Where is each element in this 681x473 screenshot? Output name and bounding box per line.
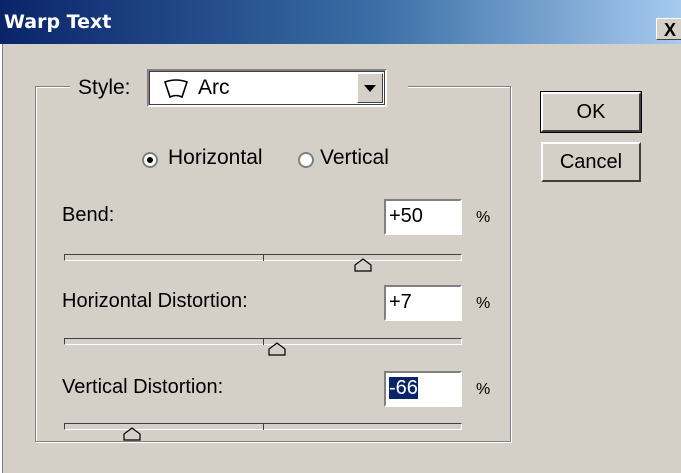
title-bar: Warp Text	[0, 0, 681, 44]
style-label: Style:	[78, 76, 131, 99]
ok-button[interactable]: OK	[540, 91, 642, 133]
chevron-down-icon[interactable]	[357, 73, 383, 103]
horizontal-distortion-unit: %	[476, 295, 491, 312]
vertical-distortion-input[interactable]: -66	[384, 371, 462, 407]
arc-warp-icon	[163, 79, 189, 99]
window-border	[0, 44, 3, 473]
horizontal-distortion-slider-center-tick	[263, 338, 264, 345]
cancel-button[interactable]: Cancel	[541, 142, 641, 182]
close-icon: X	[663, 20, 676, 40]
bend-slider-thumb[interactable]	[354, 258, 372, 272]
bend-label: Bend:	[62, 204, 115, 226]
horizontal-radio[interactable]	[142, 152, 158, 168]
horizontal-radio-label[interactable]: Horizontal	[168, 146, 263, 170]
bend-input-value: +50	[389, 205, 423, 227]
horizontal-distortion-label: Horizontal Distortion:	[62, 290, 248, 312]
style-value: Arc	[198, 76, 230, 99]
horizontal-distortion-slider-thumb[interactable]	[268, 342, 286, 356]
horizontal-distortion-input[interactable]: +7	[384, 285, 462, 321]
bend-input[interactable]: +50	[384, 199, 462, 235]
vertical-distortion-unit: %	[476, 381, 491, 398]
bend-slider-center-tick	[263, 254, 264, 261]
vertical-radio-label[interactable]: Vertical	[320, 146, 389, 170]
style-dropdown[interactable]: Arc	[147, 69, 387, 107]
close-button[interactable]: X	[656, 18, 681, 40]
vertical-radio[interactable]	[298, 152, 314, 168]
horizontal-distortion-input-value: +7	[389, 291, 412, 313]
bend-unit: %	[476, 209, 491, 226]
vertical-distortion-slider-center-tick	[263, 423, 264, 430]
vertical-distortion-input-value: -66	[389, 377, 418, 399]
vertical-distortion-label: Vertical Distortion:	[62, 376, 224, 398]
window-title: Warp Text	[4, 11, 112, 33]
vertical-distortion-slider-thumb[interactable]	[123, 427, 141, 441]
